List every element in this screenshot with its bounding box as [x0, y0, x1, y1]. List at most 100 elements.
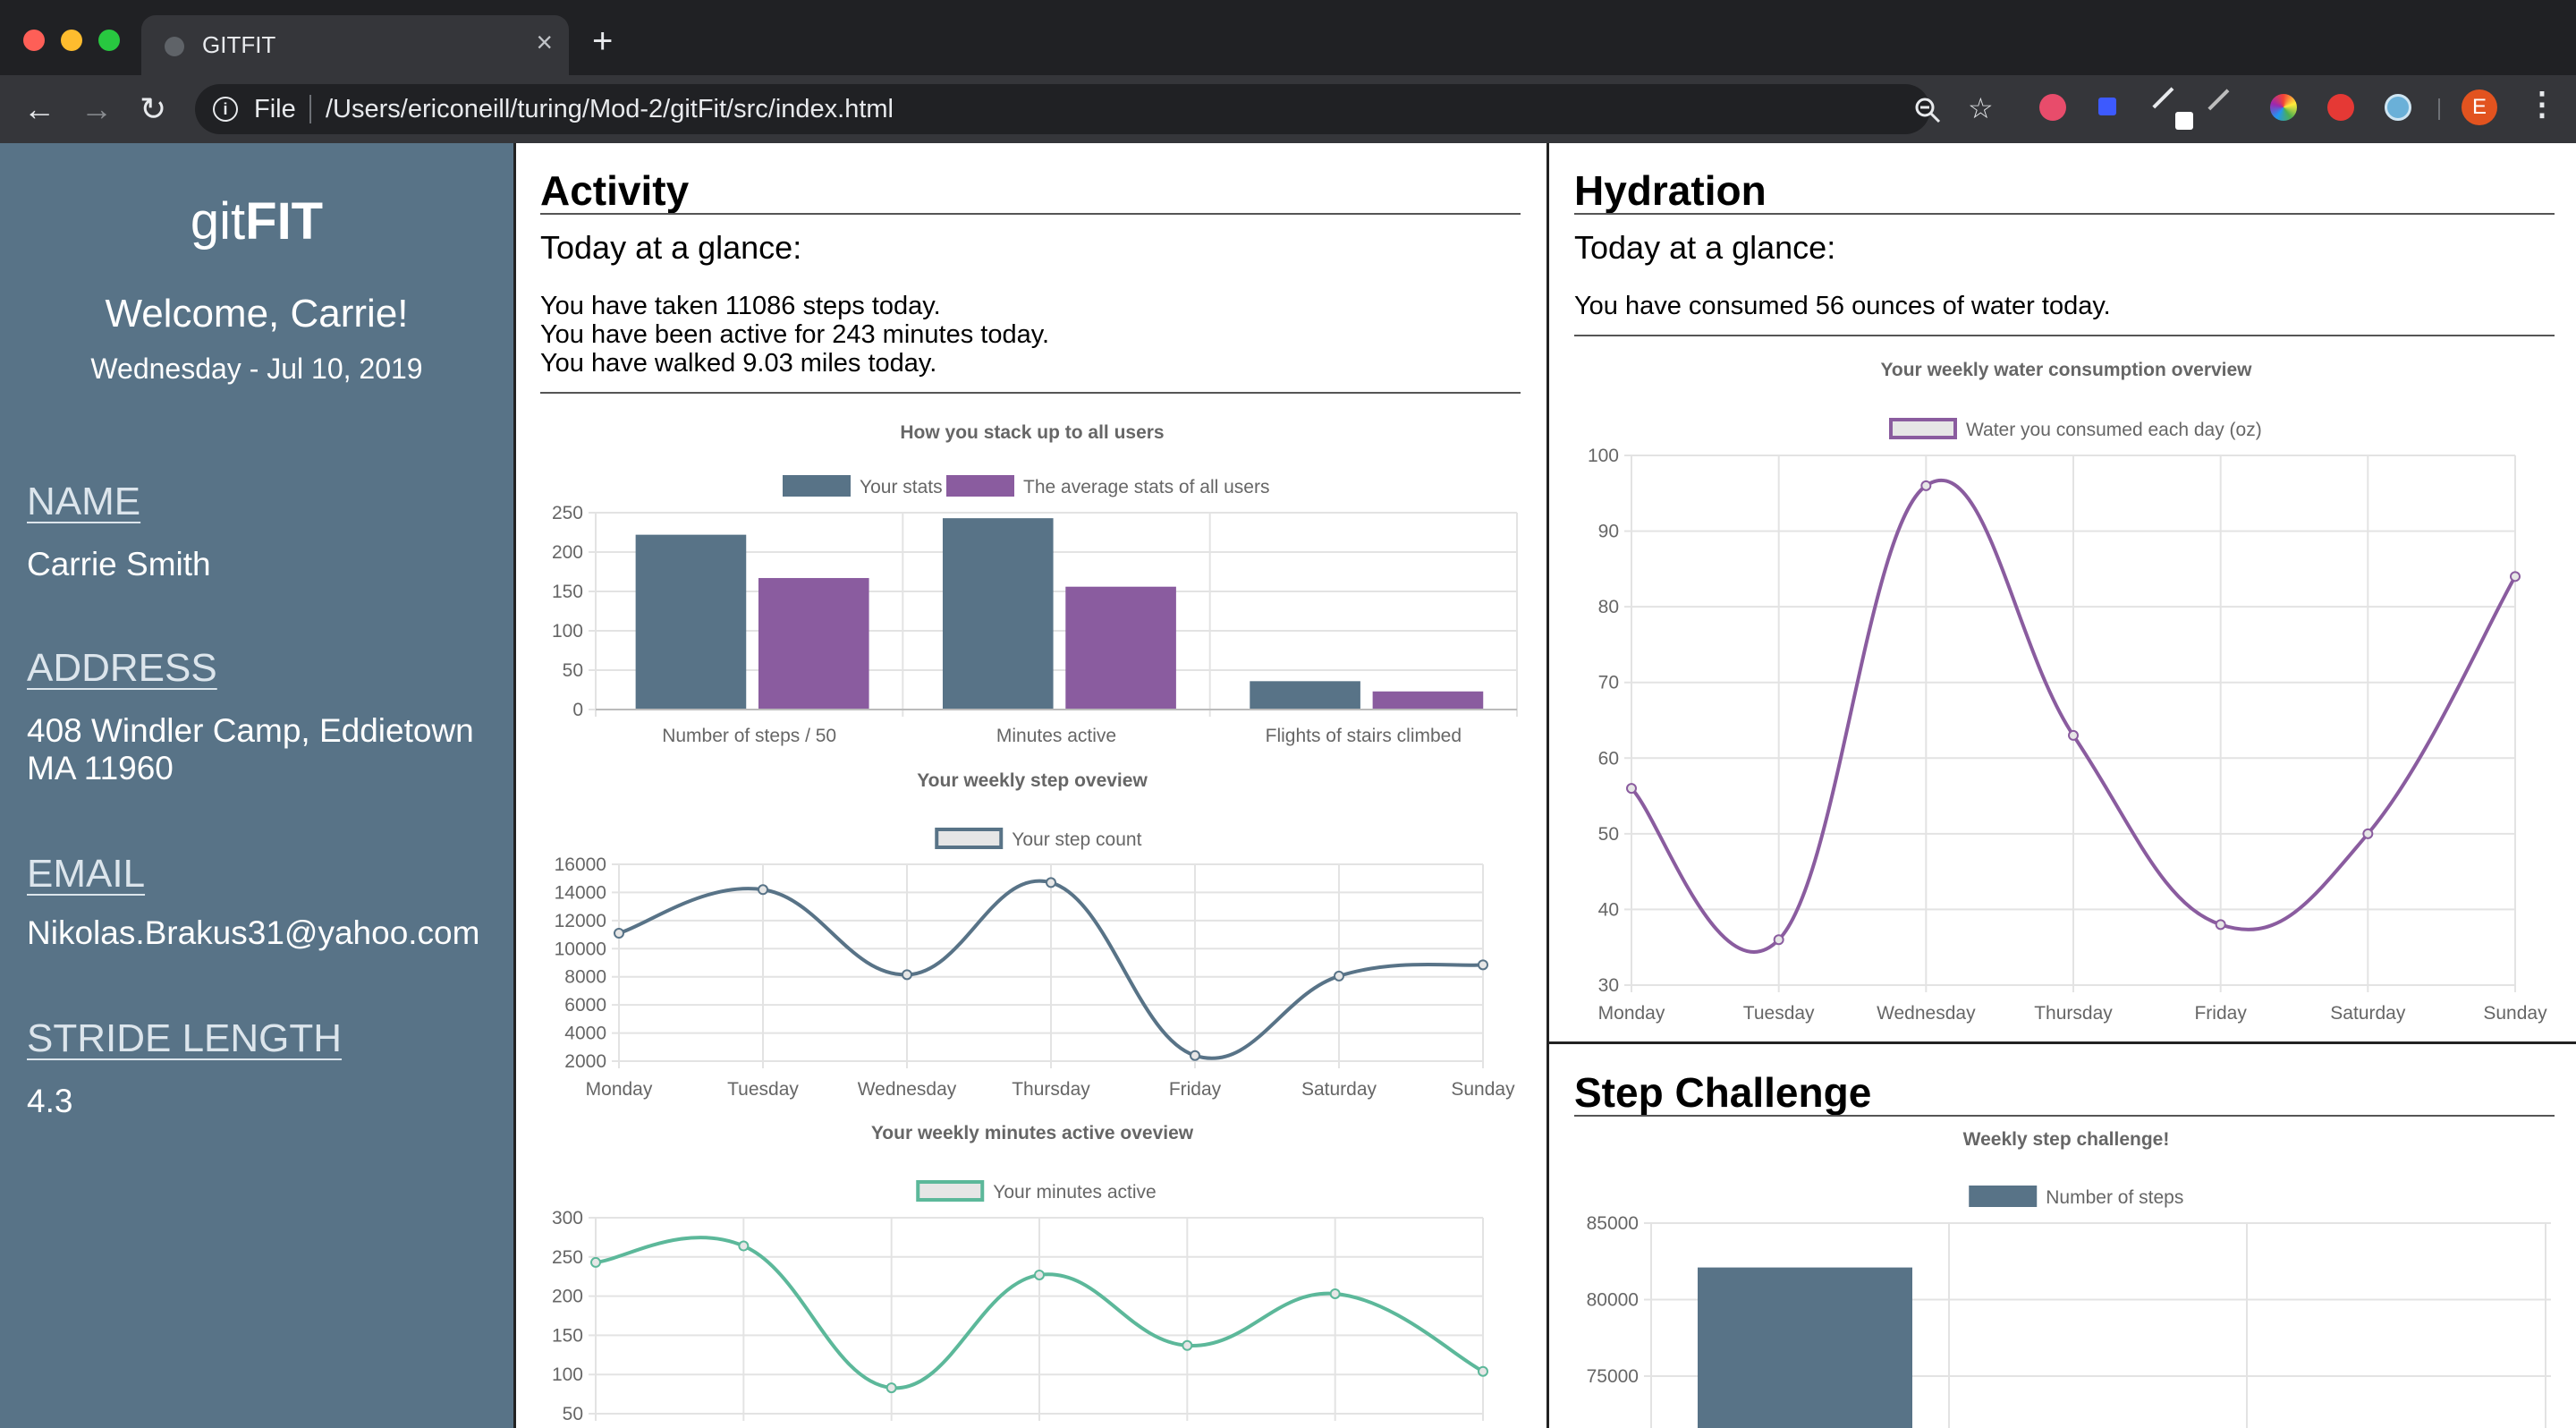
legend-label: Your minutes active — [993, 1182, 1157, 1203]
y-tick-label: 0 — [572, 700, 583, 720]
chart-title: Your weekly minutes active oveview — [871, 1123, 1194, 1143]
x-tick-label: Sunday — [1451, 1079, 1515, 1100]
forward-arrow-icon[interactable]: → — [80, 91, 113, 127]
panel-divider — [1548, 1041, 2576, 1044]
tab-close-icon[interactable]: × — [536, 26, 553, 59]
minimize-window-button[interactable] — [61, 30, 82, 51]
minutes-today-text: You have been active for 243 minutes tod… — [540, 320, 1050, 349]
extension-icon[interactable] — [2207, 89, 2249, 130]
step-challenge-title: Step Challenge — [1574, 1069, 1872, 1116]
chart-title: How you stack up to all users — [900, 422, 1164, 443]
tab-gitfit[interactable]: GITFIT × — [141, 15, 569, 75]
email-label: EMAIL — [27, 852, 146, 896]
data-point — [758, 884, 768, 896]
y-tick-label: 14000 — [555, 882, 606, 903]
x-tick-label: Tuesday — [727, 1079, 799, 1100]
extension-icon[interactable] — [2039, 94, 2066, 121]
y-tick-label: 70 — [1598, 673, 1619, 693]
address-bar[interactable]: i File /Users/ericoneill/turing/Mod-2/gi… — [195, 84, 1994, 134]
data-point — [614, 928, 624, 939]
name-label: NAME — [27, 480, 141, 523]
extension-icon[interactable] — [2098, 98, 2116, 115]
stats-divider — [1574, 335, 2555, 336]
app-logo: gitFIT — [0, 191, 513, 251]
weekly-water-line-chart: Your weekly water consumption overview Wa… — [1588, 360, 2547, 1024]
legend-swatch — [935, 828, 1004, 849]
data-point — [738, 1240, 750, 1252]
data-point — [1190, 1050, 1200, 1061]
weekly-steps-line-chart: Your weekly step oveview Your step count 1… — [555, 770, 1516, 1100]
legend-label: Your step count — [1012, 829, 1141, 850]
data-point — [1626, 783, 1637, 795]
stack-up-bar-chart: How you stack up to all users Your stats T… — [552, 422, 1518, 746]
water-today-text: You have consumed 56 ounces of water tod… — [1574, 292, 2111, 320]
y-tick-label: 60 — [1598, 748, 1619, 769]
close-window-button[interactable] — [23, 30, 45, 51]
scheme-label: File — [254, 95, 296, 123]
legend-label: Water you consumed each day (oz) — [1966, 420, 2262, 440]
y-tick-label: 200 — [552, 1287, 583, 1307]
extension-icon[interactable] — [2385, 94, 2411, 121]
x-tick-label: Monday — [586, 1079, 653, 1100]
bookmark-star-icon[interactable]: ☆ — [1968, 91, 1994, 125]
x-tick-label: Friday — [2194, 1003, 2247, 1024]
y-tick-label: 8000 — [564, 967, 606, 988]
bar — [1372, 691, 1484, 710]
y-tick-label: 100 — [552, 1364, 583, 1385]
data-point — [590, 1256, 601, 1268]
data-point — [1046, 877, 1056, 888]
extension-icon[interactable] — [2327, 94, 2354, 121]
panel-divider — [513, 143, 516, 1428]
reload-icon[interactable]: ↻ — [140, 91, 166, 127]
legend-swatch — [946, 475, 1014, 497]
panel-divider — [1546, 143, 1549, 1428]
menu-kebab-icon[interactable]: ⋮ — [2526, 88, 2558, 120]
bar — [942, 518, 1054, 710]
extension-icon[interactable] — [2175, 112, 2193, 130]
back-arrow-icon[interactable]: ← — [23, 91, 55, 127]
address-line2: MA 11960 — [27, 750, 174, 786]
tab-title: GITFIT — [202, 31, 276, 58]
url-text[interactable]: /Users/ericoneill/turing/Mod-2/gitFit/sr… — [326, 95, 894, 124]
y-tick-label: 40 — [1598, 899, 1619, 920]
zoom-icon[interactable] — [1914, 97, 1941, 123]
logo-text-light: git — [190, 192, 246, 251]
y-tick-label: 16000 — [555, 854, 606, 875]
weekly-minutes-line-chart: Your weekly minutes active oveview Your m… — [552, 1123, 1488, 1424]
legend-swatch — [1969, 1186, 2038, 1207]
bar — [1250, 681, 1360, 710]
legend-swatch — [1889, 418, 1957, 439]
zoom-window-button[interactable] — [98, 30, 120, 51]
y-tick-label: 30 — [1598, 975, 1619, 996]
info-icon[interactable]: i — [213, 97, 238, 122]
data-point — [2362, 828, 2374, 839]
title-underline — [540, 213, 1521, 215]
y-tick-label: 75000 — [1587, 1366, 1639, 1387]
bar — [1698, 1267, 1912, 1428]
y-tick-label: 10000 — [555, 939, 606, 959]
x-tick-label: Sunday — [2483, 1003, 2547, 1024]
hydration-glance-heading: Today at a glance: — [1574, 229, 1836, 266]
y-tick-label: 12000 — [555, 911, 606, 931]
y-tick-label: 250 — [552, 503, 583, 523]
y-tick-label: 2000 — [564, 1051, 606, 1072]
steps-today-text: You have taken 11086 steps today. — [540, 292, 941, 320]
legend-swatch — [916, 1180, 985, 1202]
data-point — [1034, 1269, 1045, 1280]
legend-label: Your stats — [860, 477, 943, 497]
favicon-icon — [165, 37, 184, 56]
bar — [758, 578, 869, 710]
data-point — [2510, 571, 2521, 582]
extension-icon[interactable] — [2270, 94, 2297, 121]
miles-today-text: You have walked 9.03 miles today. — [540, 349, 937, 378]
y-tick-label: 100 — [1588, 446, 1619, 466]
x-tick-label: Saturday — [2330, 1003, 2406, 1024]
new-tab-button[interactable]: + — [592, 23, 613, 59]
data-point — [1334, 970, 1344, 982]
logo-text-bold: FIT — [245, 192, 324, 251]
x-tick-label: Number of steps / 50 — [662, 726, 836, 746]
legend-swatch — [783, 475, 851, 497]
y-tick-label: 4000 — [564, 1024, 606, 1044]
profile-avatar[interactable]: E — [2462, 89, 2497, 125]
name-value: Carrie Smith — [27, 546, 211, 582]
